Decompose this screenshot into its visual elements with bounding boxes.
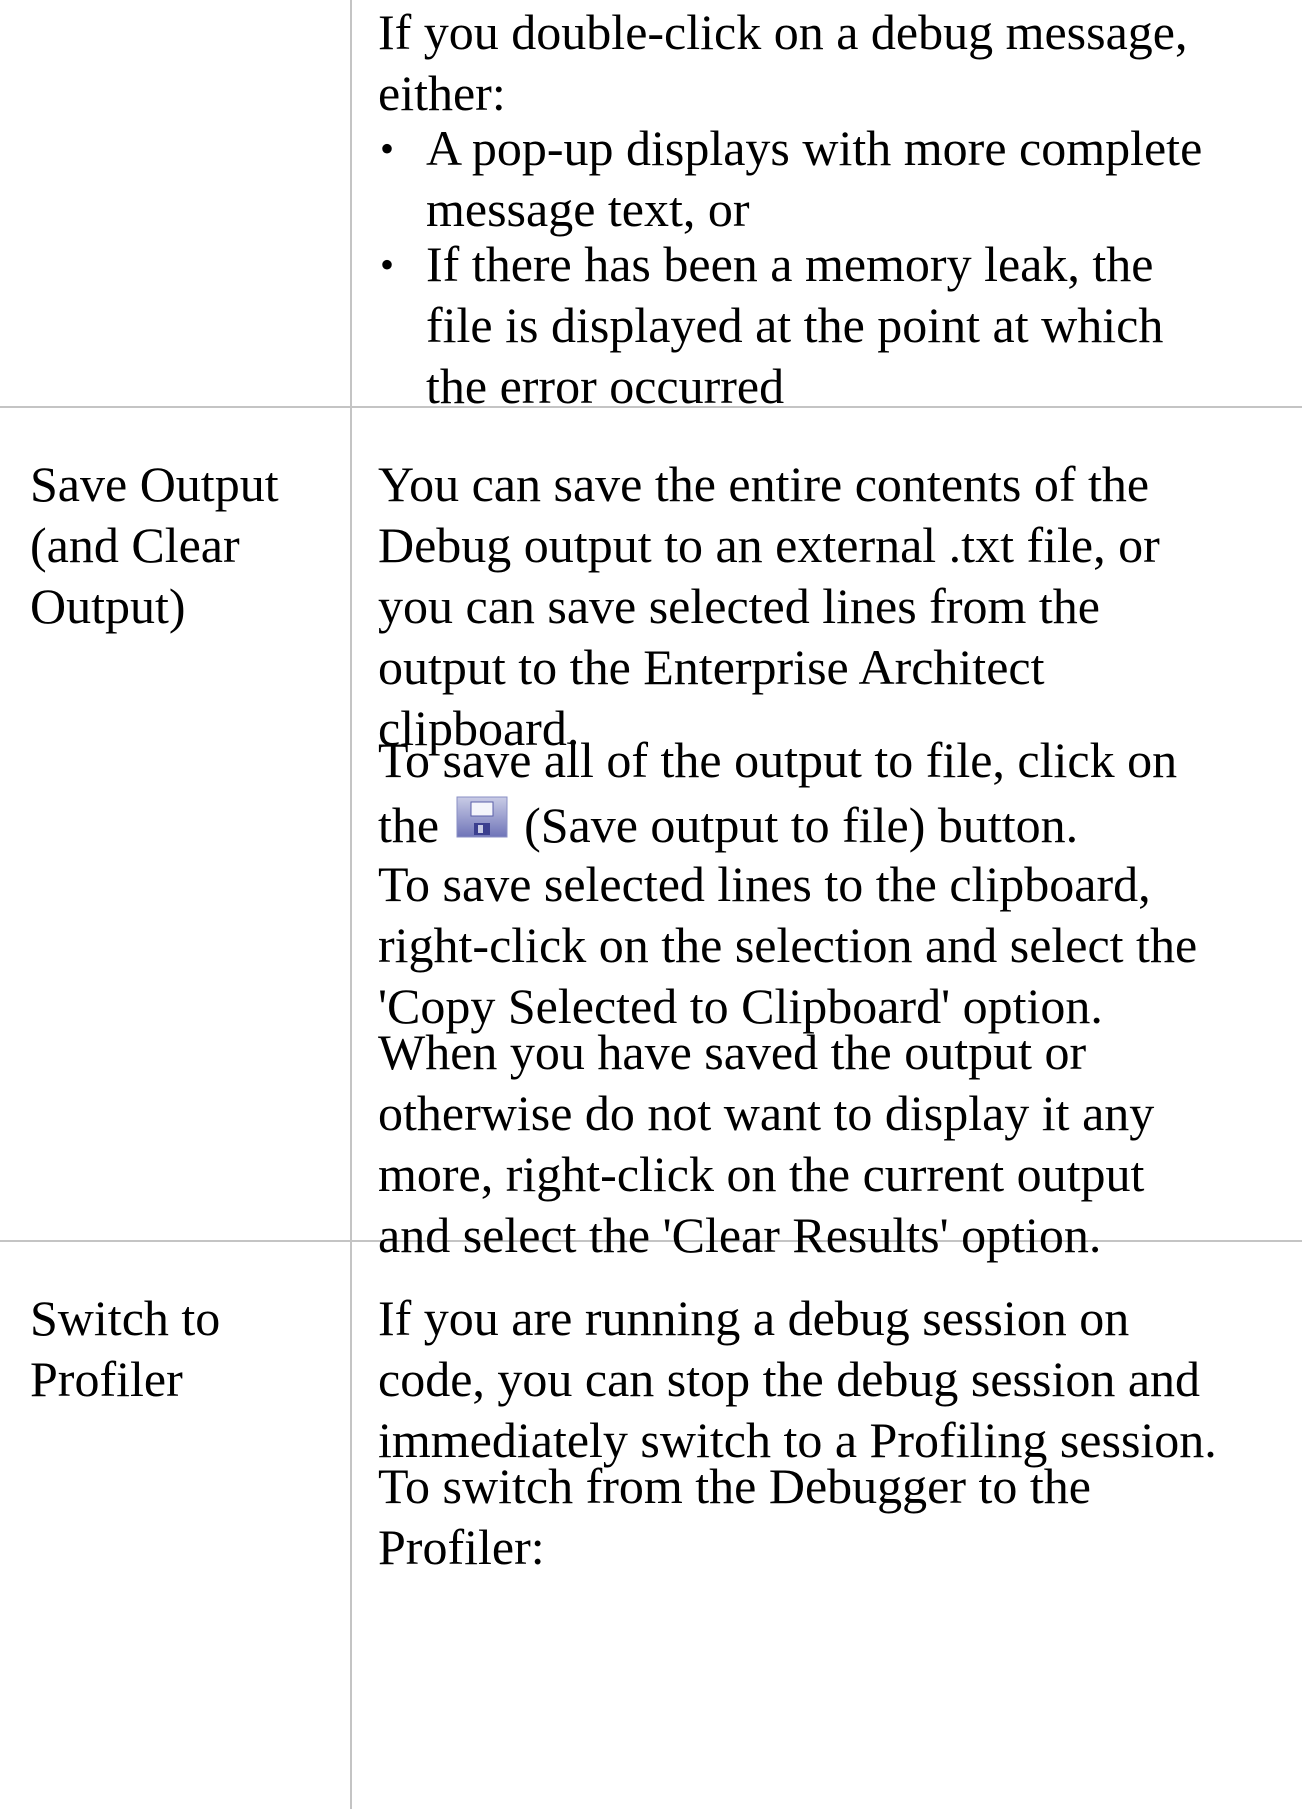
paragraph: To save selected lines to the clipboard,… (378, 856, 1198, 1034)
paragraph: To switch from the Debugger to the Profi… (378, 1458, 1091, 1575)
text: (Save output to file) button. (524, 797, 1079, 853)
list-item-text: A pop-up displays with more complete mes… (426, 120, 1203, 237)
paragraph: You can save the entire contents of the … (378, 456, 1160, 756)
bullet-icon: • (380, 242, 395, 287)
options-table: If you double-click on a debug message, … (0, 0, 1302, 1809)
paragraph: When you have saved the output or otherw… (378, 1024, 1155, 1263)
paragraph: To save all of the output to file, click… (378, 730, 1302, 856)
paragraph-line: To save all of the output to file, click… (378, 732, 1178, 788)
save-icon (456, 791, 508, 838)
table-row: If you double-click on a debug message, … (0, 0, 1302, 414)
row-label: Switch to Profiler (30, 1290, 221, 1407)
row-label-cell: Switch to Profiler (0, 1242, 352, 1809)
row-label: Save Output (and Clear Output) (30, 456, 279, 634)
bullet-icon: • (380, 126, 395, 171)
paragraph: If you double-click on a debug message, … (378, 4, 1188, 121)
text: the (378, 797, 440, 853)
table-row: Save Output (and Clear Output) You can s… (0, 408, 1302, 1263)
paragraph: If you are running a debug session on co… (378, 1290, 1217, 1468)
list-item-text: If there has been a memory leak, the fil… (426, 236, 1164, 414)
row-label-cell (0, 0, 352, 406)
table-row: Switch to Profiler If you are running a … (0, 1242, 1302, 1809)
paragraph-line: the (Save output to file) button. (378, 791, 1302, 856)
row-label-cell: Save Output (and Clear Output) (0, 408, 352, 1240)
